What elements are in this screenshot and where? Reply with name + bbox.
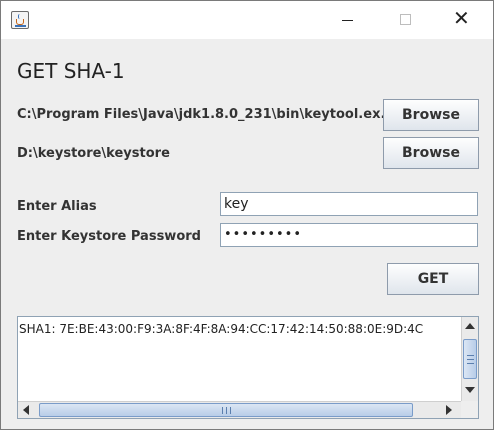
alias-label: Enter Alias [17, 199, 97, 214]
browse-keystore-button[interactable]: Browse [383, 137, 479, 169]
java-cup-icon[interactable] [11, 11, 29, 29]
page-title: GET SHA-1 [17, 59, 125, 83]
scroll-right-icon[interactable] [446, 405, 452, 415]
horizontal-scroll-thumb[interactable] [39, 403, 413, 417]
app-window: ✕ GET SHA-1 C:\Program Files\Java\jdk1.8… [0, 0, 494, 430]
scroll-up-icon[interactable] [465, 323, 475, 329]
password-label: Enter Keystore Password [17, 229, 201, 244]
scroll-left-icon[interactable] [23, 405, 29, 415]
alias-input[interactable]: key [220, 192, 478, 216]
title-bar[interactable]: ✕ [1, 1, 493, 39]
keystore-path-label: D:\keystore\keystore [17, 146, 170, 161]
scroll-down-icon[interactable] [465, 387, 475, 393]
vertical-scroll-thumb[interactable] [463, 339, 477, 379]
password-input[interactable]: ••••••••• [220, 223, 478, 247]
scroll-corner [461, 401, 478, 418]
minimize-icon [342, 20, 353, 21]
maximize-button[interactable] [383, 1, 429, 39]
minimize-button[interactable] [323, 1, 369, 39]
horizontal-scrollbar[interactable] [18, 401, 461, 418]
get-button[interactable]: GET [387, 263, 479, 295]
grip-icon [467, 355, 474, 364]
keytool-path-label: C:\Program Files\Java\jdk1.8.0_231\bin\k… [17, 107, 391, 122]
vertical-scrollbar[interactable] [461, 317, 478, 401]
close-button[interactable]: ✕ [441, 1, 487, 39]
grip-icon [222, 407, 231, 414]
output-text: SHA1: 7E:BE:43:00:F9:3A:8F:4F:8A:94:CC:1… [19, 322, 424, 336]
maximize-icon [400, 14, 411, 25]
browse-keytool-button[interactable]: Browse [383, 99, 479, 131]
output-textarea[interactable]: SHA1: 7E:BE:43:00:F9:3A:8F:4F:8A:94:CC:1… [17, 316, 479, 419]
close-icon: ✕ [453, 6, 470, 30]
